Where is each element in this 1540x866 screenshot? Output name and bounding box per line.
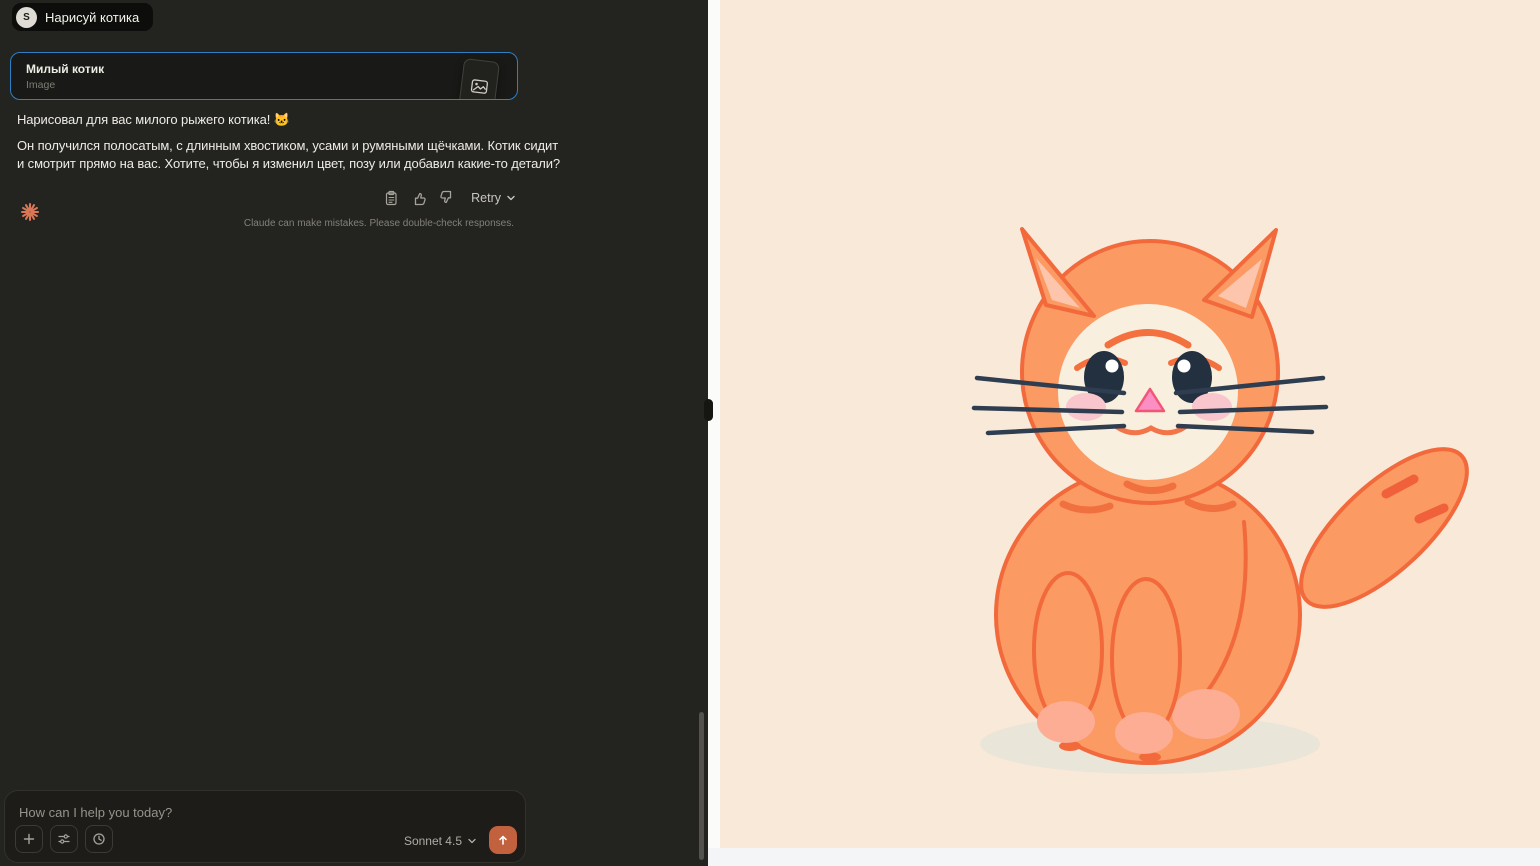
thumbs-down-icon (439, 190, 455, 206)
chevron-down-icon (467, 837, 477, 845)
panel-resize-handle[interactable] (704, 399, 713, 421)
cat-tail (1277, 424, 1491, 631)
clipboard-icon (383, 190, 399, 206)
composer-input[interactable]: How can I help you today? (4, 790, 526, 863)
artifact-card-type: Image (26, 79, 55, 91)
cat-illustration (720, 0, 1540, 848)
app-window: S Нарисуй котика Милый котик Image Нарис… (0, 0, 1540, 866)
composer-buttons (15, 825, 113, 853)
user-message-text: Нарисуй котика (45, 10, 139, 25)
attach-button[interactable] (15, 825, 43, 853)
plus-icon (22, 832, 36, 846)
image-icon (470, 78, 489, 95)
message-action-row: Retry (0, 186, 516, 210)
sliders-icon (57, 832, 71, 846)
cat-back-paw (1172, 689, 1240, 739)
artifact-thumbnail (458, 58, 500, 100)
artifact-card[interactable]: Милый котик Image (10, 52, 518, 100)
model-label: Sonnet 4.5 (404, 834, 462, 848)
chat-panel: S Нарисуй котика Милый котик Image Нарис… (0, 0, 708, 866)
tools-button[interactable] (50, 825, 78, 853)
composer-placeholder: How can I help you today? (19, 805, 172, 820)
artifact-panel (708, 0, 1540, 866)
disclaimer-text: Claude can make mistakes. Please double-… (0, 218, 514, 229)
user-avatar: S (16, 7, 37, 28)
chat-scrollbar[interactable] (699, 712, 704, 860)
assistant-paragraph-1: Нарисовал для вас милого рыжего котика! … (17, 111, 290, 129)
model-selector[interactable]: Sonnet 4.5 (404, 834, 477, 848)
retry-label: Retry (471, 191, 501, 205)
thumbs-up-button[interactable] (407, 186, 431, 210)
copy-button[interactable] (379, 186, 403, 210)
assistant-paragraph-2: Он получился полосатым, с длинным хвости… (17, 137, 560, 173)
artifact-canvas (720, 0, 1540, 848)
chevron-down-icon (506, 194, 516, 202)
user-message: S Нарисуй котика (12, 3, 153, 31)
panel-bottom-strip (708, 848, 1540, 866)
history-button[interactable] (85, 825, 113, 853)
retry-button[interactable]: Retry (471, 191, 516, 205)
artifact-card-title: Милый котик (26, 62, 104, 76)
thumbs-up-icon (411, 190, 427, 206)
clock-icon (92, 832, 106, 846)
thumbs-down-button[interactable] (435, 186, 459, 210)
send-button[interactable] (489, 826, 517, 854)
arrow-up-icon (496, 833, 510, 847)
